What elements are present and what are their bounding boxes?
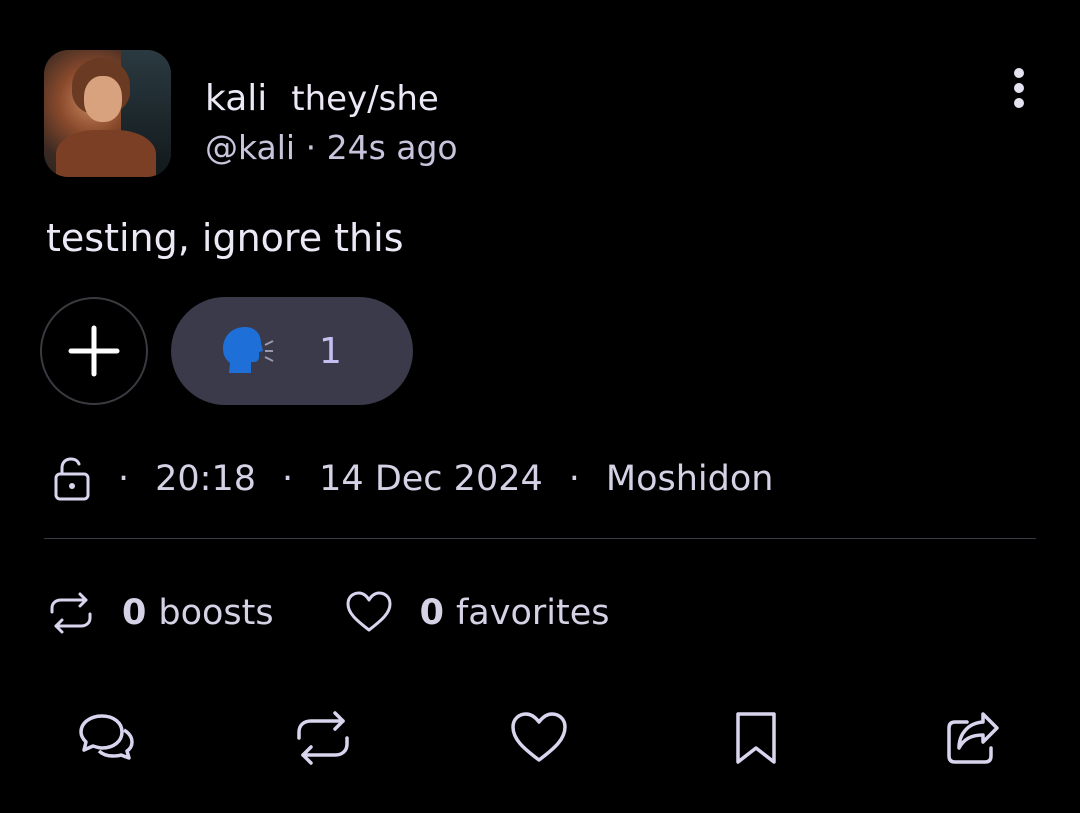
reaction-count: 1 bbox=[319, 330, 342, 372]
more-options-button[interactable] bbox=[1004, 66, 1034, 110]
reply-icon bbox=[79, 714, 134, 760]
separator: · bbox=[305, 128, 317, 167]
bookmark-icon bbox=[736, 712, 776, 764]
unlocked-icon bbox=[54, 457, 90, 501]
post-time: 20:18 bbox=[155, 459, 257, 499]
post-detail: kali they/she @kali · 24s ago testing, i… bbox=[0, 0, 1080, 813]
divider bbox=[44, 538, 1036, 539]
handle[interactable]: @kali bbox=[205, 128, 295, 167]
bookmark-button[interactable] bbox=[726, 708, 786, 768]
reaction-speaking-head[interactable]: 1 bbox=[171, 297, 413, 405]
client-name[interactable]: Moshidon bbox=[606, 459, 774, 499]
speaking-head-icon bbox=[223, 327, 274, 373]
post-date: 14 Dec 2024 bbox=[319, 459, 543, 499]
boosts-stat[interactable]: 0 boosts bbox=[46, 588, 274, 638]
share-button[interactable] bbox=[943, 708, 1003, 768]
separator: · bbox=[282, 459, 294, 499]
separator: · bbox=[118, 459, 130, 499]
reply-button[interactable] bbox=[76, 708, 136, 768]
favorites-stat[interactable]: 0 favorites bbox=[344, 588, 610, 638]
more-dot bbox=[1014, 68, 1024, 78]
boosts-label: boosts bbox=[158, 593, 274, 633]
boost-icon bbox=[50, 592, 92, 634]
more-dot bbox=[1014, 98, 1024, 108]
separator: · bbox=[568, 459, 580, 499]
handle-row: @kali · 24s ago bbox=[205, 128, 458, 167]
post-meta: · 20:18 · 14 Dec 2024 · Moshidon bbox=[52, 454, 773, 504]
plus-icon bbox=[68, 325, 120, 377]
favorite-button[interactable] bbox=[509, 708, 569, 768]
more-dot bbox=[1014, 83, 1024, 93]
relative-time: 24s ago bbox=[326, 128, 458, 167]
avatar[interactable] bbox=[44, 50, 171, 177]
share-icon bbox=[947, 712, 999, 764]
heart-icon bbox=[346, 591, 392, 632]
author-name-row: kali they/she bbox=[205, 78, 439, 119]
post-stats: 0 boosts 0 favorites bbox=[46, 588, 609, 638]
favorite-icon bbox=[511, 712, 567, 762]
post-content: testing, ignore this bbox=[46, 216, 404, 260]
add-reaction-button[interactable] bbox=[40, 297, 148, 405]
favorites-count: 0 bbox=[419, 593, 444, 633]
display-name[interactable]: kali bbox=[205, 78, 267, 119]
boosts-count: 0 bbox=[122, 593, 147, 633]
boost-icon bbox=[297, 711, 349, 765]
favorites-label: favorites bbox=[455, 593, 610, 633]
pronouns: they/she bbox=[291, 79, 439, 119]
boost-button[interactable] bbox=[293, 708, 353, 768]
